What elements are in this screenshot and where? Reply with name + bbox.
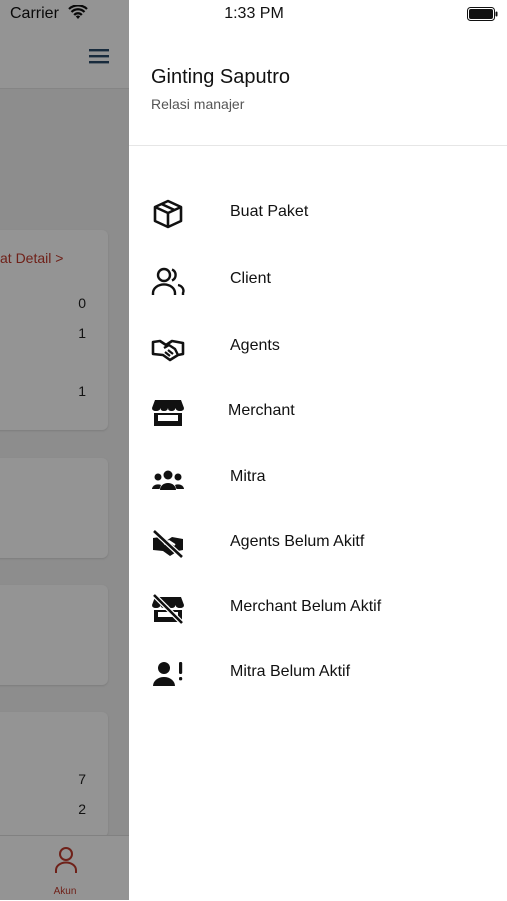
menu-item-merchant[interactable]: Merchant <box>129 384 507 440</box>
handshake-icon <box>151 339 185 362</box>
user-role: Relasi manajer <box>151 96 245 112</box>
users-icon <box>151 267 185 295</box>
menu-item-merchant-belum-aktif[interactable]: Merchant Belum Aktif <box>129 580 507 636</box>
menu-item-mitra[interactable]: Mitra <box>129 450 507 506</box>
menu-item-agents[interactable]: Agents <box>129 319 507 375</box>
menu-item-label: Agents Belum Akitf <box>230 533 365 550</box>
menu-item-label: Merchant <box>228 402 295 419</box>
menu-item-client[interactable]: Client <box>129 252 507 308</box>
menu-item-label: Merchant Belum Aktif <box>230 598 382 615</box>
menu-item-label: Mitra Belum Aktif <box>230 663 351 680</box>
status-time: 1:33 PM <box>224 5 284 22</box>
package-icon <box>153 199 183 229</box>
battery-icon <box>467 7 498 21</box>
menu-item-mitra-belum-aktif[interactable]: Mitra Belum Aktif <box>129 645 507 701</box>
menu-item-buat-paket[interactable]: Buat Paket <box>129 185 507 241</box>
drawer-divider <box>129 145 507 146</box>
menu-item-label: Buat Paket <box>230 203 309 220</box>
store-icon <box>152 400 184 426</box>
store-slash-icon <box>152 594 184 624</box>
handshake-slash-icon <box>152 529 184 559</box>
drawer-scrim[interactable] <box>0 0 129 900</box>
people-group-icon <box>152 470 184 490</box>
user-alert-icon <box>153 662 183 686</box>
user-name: Ginting Saputro <box>151 66 290 88</box>
menu-item-label: Mitra <box>230 468 266 485</box>
menu-item-label: Client <box>230 270 271 287</box>
menu-item-label: Agents <box>230 337 280 354</box>
menu-item-agents-belum-aktif[interactable]: Agents Belum Akitf <box>129 515 507 571</box>
